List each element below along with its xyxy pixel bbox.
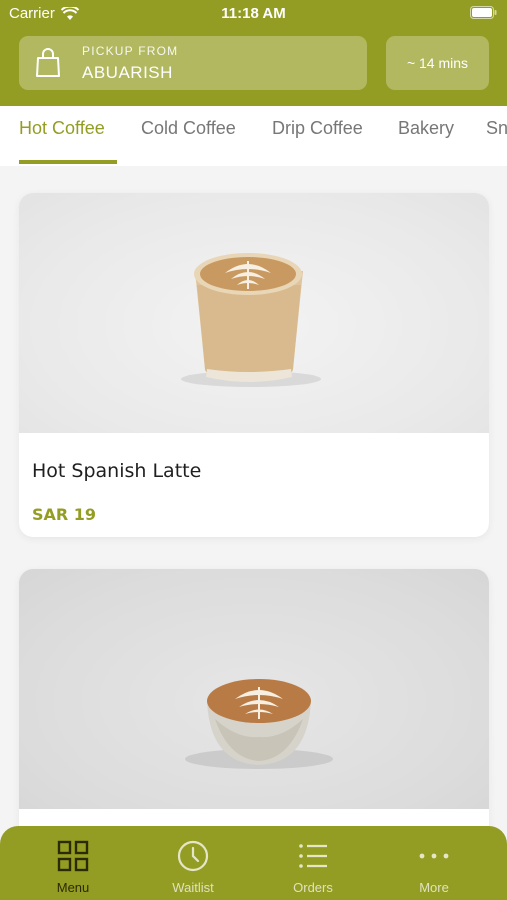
tab-cold-coffee[interactable]: Cold Coffee (141, 118, 236, 139)
more-dots-icon (419, 853, 449, 859)
product-image (19, 193, 489, 433)
eta-text: ~ 14 mins (406, 55, 469, 71)
clock-icon (177, 840, 209, 872)
product-price: SAR 19 (32, 505, 97, 524)
nav-waitlist-label: Waitlist (172, 880, 214, 895)
nav-menu[interactable]: Menu (18, 826, 128, 900)
list-icon (299, 844, 327, 868)
shopping-bag-icon (36, 48, 60, 77)
nav-more[interactable]: More (379, 826, 489, 900)
status-bar: Carrier 11:18 AM (0, 0, 507, 28)
product-name: Hot Spanish Latte (32, 460, 202, 482)
pickup-label: PICKUP FROM (82, 44, 179, 58)
top-header: Carrier 11:18 AM PICKUP FROM ABUARISH ~ … (0, 0, 507, 106)
product-card[interactable]: Hot Spanish Latte SAR 19 (19, 193, 489, 537)
active-tab-indicator (19, 160, 117, 164)
pickup-location: ABUARISH (82, 63, 173, 82)
tab-bakery[interactable]: Bakery (398, 118, 454, 139)
eta-badge[interactable]: ~ 14 mins (386, 36, 489, 90)
battery-icon (470, 6, 497, 19)
tab-snacks[interactable]: Sn (486, 118, 507, 139)
tab-hot-coffee[interactable]: Hot Coffee (19, 118, 105, 139)
nav-waitlist[interactable]: Waitlist (138, 826, 248, 900)
nav-orders[interactable]: Orders (258, 826, 368, 900)
latte-glass-image (181, 253, 321, 387)
clock-time: 11:18 AM (221, 5, 286, 22)
grid-icon (57, 840, 89, 872)
pickup-location-selector[interactable]: PICKUP FROM ABUARISH (19, 36, 367, 90)
product-image (19, 569, 489, 809)
product-card[interactable] (19, 569, 489, 869)
tab-drip-coffee[interactable]: Drip Coffee (272, 118, 363, 139)
category-tabs: Hot Coffee Cold Coffee Drip Coffee Baker… (0, 106, 507, 166)
nav-orders-label: Orders (293, 880, 333, 895)
cappuccino-cup-image (185, 679, 333, 769)
nav-more-label: More (419, 880, 449, 895)
nav-menu-label: Menu (56, 880, 90, 895)
bottom-navigation: Menu Waitlist Orders More (0, 826, 507, 900)
